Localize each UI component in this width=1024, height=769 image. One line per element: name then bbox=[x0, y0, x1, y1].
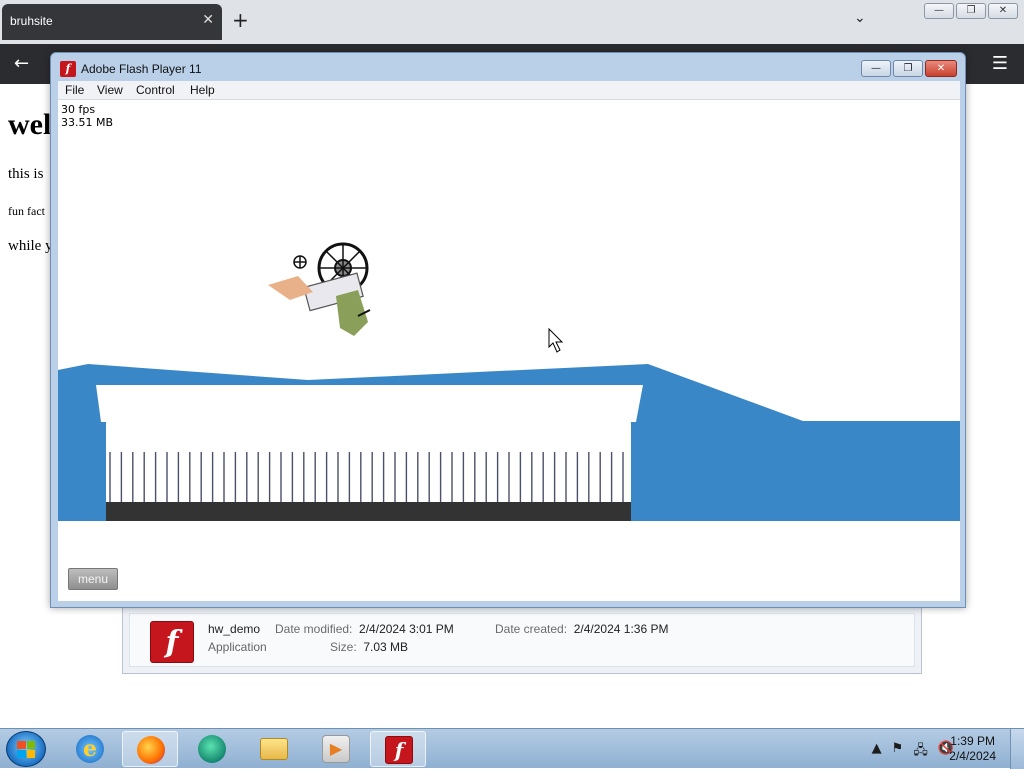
browser-menu-icon[interactable]: ☰ bbox=[992, 53, 1008, 74]
system-tray: ▲ ⚑ 🖧 🔇 bbox=[872, 741, 954, 763]
close-button[interactable]: ✕ bbox=[925, 60, 957, 77]
action-center-flag-icon[interactable]: ⚑ bbox=[892, 741, 904, 763]
file-size-label: Size: bbox=[330, 640, 357, 654]
file-name: hw_demo bbox=[208, 622, 261, 636]
clock-date: 2/4/2024 bbox=[949, 749, 996, 763]
fps-counter: 30 fps 33.51 MB bbox=[61, 103, 113, 129]
file-details-row[interactable]: f hw_demo Application Date modified: 2/4… bbox=[129, 613, 915, 667]
media-player-icon: ▶ bbox=[322, 735, 350, 763]
browser-tab[interactable]: bruhsite ✕ bbox=[2, 4, 222, 40]
page-heading: wel bbox=[8, 108, 52, 141]
folder-icon bbox=[260, 738, 288, 760]
taskbar-media-player[interactable]: ▶ bbox=[308, 731, 364, 767]
tab-close-icon[interactable]: ✕ bbox=[202, 12, 214, 28]
menu-file[interactable]: File bbox=[65, 83, 84, 97]
flash-app-icon: f bbox=[60, 61, 76, 77]
date-created-value: 2/4/2024 1:36 PM bbox=[573, 622, 669, 636]
new-tab-button[interactable]: + bbox=[232, 10, 249, 30]
taskbar: e ▶ f ▲ ⚑ 🖧 🔇 1:39 PM 2/4/2024 bbox=[0, 728, 1024, 769]
game-stage[interactable]: 30 fps 33.51 MB menu bbox=[58, 100, 960, 601]
windows-logo-icon bbox=[17, 741, 35, 758]
flash-player-window[interactable]: f Adobe Flash Player 11 — ❐ ✕ File View … bbox=[50, 52, 966, 608]
taskbar-internet-explorer[interactable]: e bbox=[62, 731, 118, 767]
minimize-button[interactable]: — bbox=[861, 60, 891, 77]
menu-view[interactable]: View bbox=[97, 83, 123, 97]
browser-minimize-button[interactable]: — bbox=[924, 3, 954, 19]
date-created-label: Date created: bbox=[495, 622, 568, 636]
game-scene bbox=[58, 242, 960, 601]
window-title: Adobe Flash Player 11 bbox=[81, 62, 202, 76]
maximize-button[interactable]: ❐ bbox=[893, 60, 923, 77]
tab-title: bruhsite bbox=[10, 14, 53, 28]
taskbar-flash-player[interactable]: f bbox=[370, 731, 426, 767]
menu-help[interactable]: Help bbox=[190, 83, 215, 97]
flash-player-icon: f bbox=[385, 736, 413, 764]
network-icon[interactable]: 🖧 bbox=[913, 741, 928, 763]
flash-file-icon: f bbox=[150, 621, 194, 663]
start-button[interactable] bbox=[6, 731, 46, 767]
menu-bar: File View Control Help bbox=[58, 81, 960, 100]
memory-value: 33.51 MB bbox=[61, 116, 114, 129]
window-controls: — ❐ ✕ bbox=[861, 60, 957, 77]
file-size: Size: 7.03 MB bbox=[330, 640, 408, 654]
clock-time: 1:39 PM bbox=[950, 734, 995, 748]
browser-window-controls: — ❐ ✕ bbox=[924, 3, 1018, 19]
date-created: Date created: 2/4/2024 1:36 PM bbox=[495, 622, 668, 636]
taskbar-clock[interactable]: 1:39 PM 2/4/2024 bbox=[949, 734, 996, 764]
page-text-line: this is bbox=[8, 166, 44, 182]
file-size-value: 7.03 MB bbox=[363, 640, 409, 654]
date-modified: Date modified: 2/4/2024 3:01 PM bbox=[275, 622, 454, 636]
show-hidden-icons-icon[interactable]: ▲ bbox=[872, 741, 882, 763]
back-arrow-icon[interactable]: ← bbox=[14, 53, 29, 74]
mouse-cursor-icon bbox=[548, 327, 564, 353]
menu-control[interactable]: Control bbox=[136, 83, 175, 97]
browser-tab-bar: bruhsite ✕ + ⌄ — ❐ ✕ bbox=[0, 0, 1024, 44]
file-type: Application bbox=[208, 640, 267, 654]
tab-list-dropdown-icon[interactable]: ⌄ bbox=[854, 10, 866, 26]
player-character bbox=[268, 242, 371, 336]
stage-floor bbox=[58, 521, 953, 601]
taskbar-edge[interactable] bbox=[184, 731, 240, 767]
show-desktop-button[interactable] bbox=[1010, 729, 1024, 769]
internet-explorer-icon: e bbox=[76, 735, 104, 763]
date-modified-value: 2/4/2024 3:01 PM bbox=[359, 622, 454, 636]
file-details-pane: f hw_demo Application Date modified: 2/4… bbox=[122, 604, 922, 674]
fps-value: 30 fps bbox=[61, 103, 96, 116]
taskbar-file-explorer[interactable] bbox=[246, 731, 302, 767]
game-menu-button[interactable]: menu bbox=[68, 568, 118, 590]
edge-icon bbox=[198, 735, 226, 763]
browser-close-button[interactable]: ✕ bbox=[988, 3, 1018, 19]
spike-base bbox=[106, 502, 631, 521]
taskbar-firefox[interactable] bbox=[122, 731, 178, 767]
page-text-line: fun fact bbox=[8, 204, 45, 218]
date-modified-label: Date modified: bbox=[275, 622, 353, 636]
page-text-line: while y bbox=[8, 238, 53, 254]
browser-restore-button[interactable]: ❐ bbox=[956, 3, 986, 19]
firefox-icon bbox=[137, 736, 165, 764]
